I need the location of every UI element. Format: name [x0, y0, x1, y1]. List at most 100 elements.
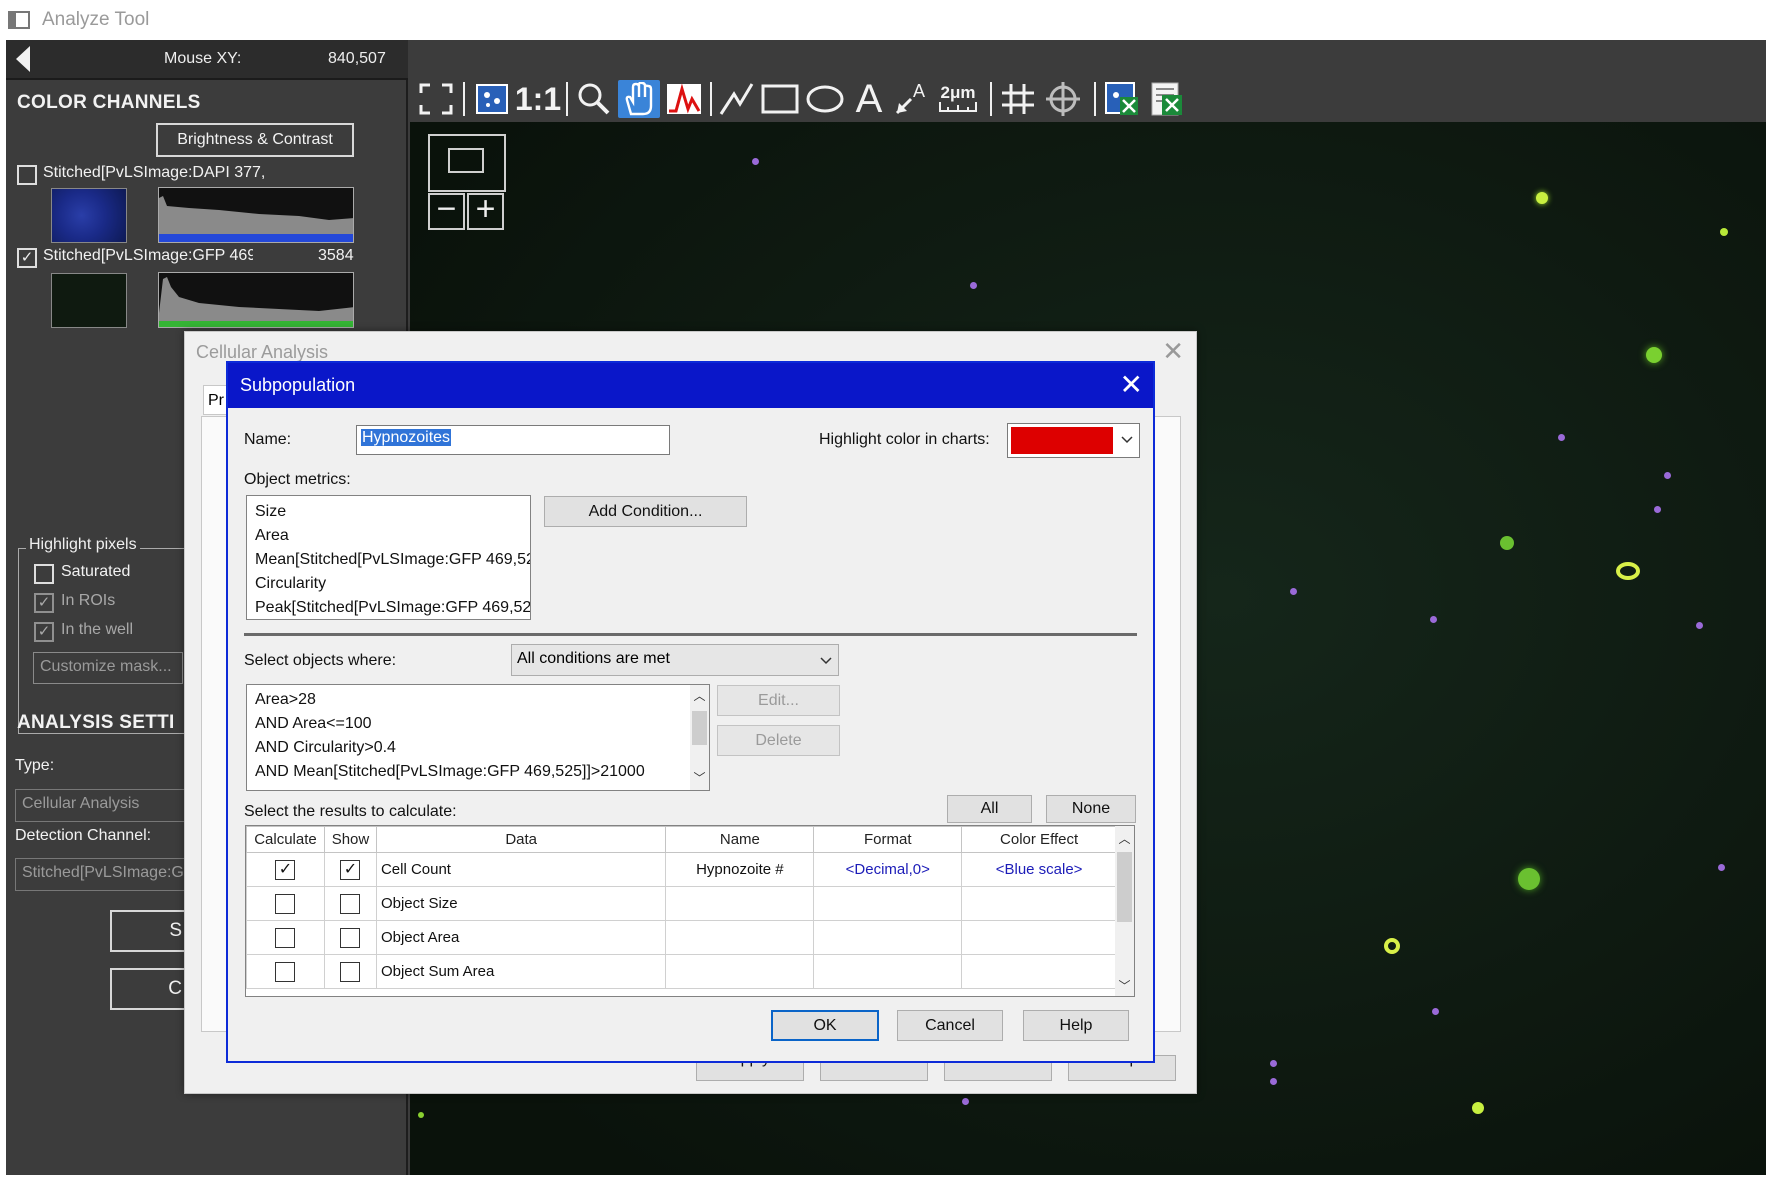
data-cell[interactable]: Cell Count [375, 852, 667, 887]
histogram-profile-icon[interactable] [664, 80, 704, 118]
column-header[interactable]: Data [375, 826, 667, 853]
conditions-scrollbar[interactable]: ︿ ﹀ [690, 685, 709, 790]
name-cell[interactable] [665, 920, 815, 955]
help-button[interactable]: Help [1023, 1010, 1129, 1041]
name-input[interactable]: Hypnozoites [356, 425, 670, 455]
scroll-up-icon[interactable]: ︿ [1115, 830, 1134, 847]
column-header[interactable]: Calculate [246, 826, 325, 853]
condition-mode-select[interactable]: All conditions are met [511, 644, 839, 676]
results-grid[interactable]: Calculate Show Data Name Format Color Ef… [245, 825, 1135, 997]
table-row[interactable]: Object Area [246, 920, 1117, 955]
select-none-button[interactable]: None [1046, 795, 1136, 823]
data-cell[interactable]: Object Sum Area [375, 954, 667, 989]
scroll-up-icon[interactable]: ︿ [690, 687, 709, 704]
select-all-button[interactable]: All [947, 795, 1032, 823]
fit-to-window-icon[interactable] [416, 80, 456, 118]
scroll-thumb[interactable] [1117, 852, 1132, 922]
object-metrics-list[interactable]: Size Area Mean[Stitched[PvLSImage:GFP 46… [246, 495, 531, 620]
show-checkbox[interactable]: ✓ [340, 859, 361, 880]
condition-item[interactable]: Area>28 [247, 688, 709, 712]
format-cell[interactable] [813, 886, 963, 921]
close-icon[interactable]: ✕ [1120, 368, 1143, 401]
detection-channel-select[interactable]: Stitched[PvLSImage:G [15, 858, 185, 891]
channel-gfp-histogram[interactable] [158, 272, 354, 328]
channel-gfp-thumbnail[interactable] [51, 273, 127, 328]
channel-dapi-thumbnail[interactable] [51, 188, 127, 243]
color-effect-cell[interactable] [961, 920, 1117, 955]
conditions-list[interactable]: Area>28 AND Area<=100 AND Circularity>0.… [246, 684, 710, 791]
actual-size-button[interactable]: 1:1 [515, 80, 561, 118]
collapse-panel-icon[interactable] [16, 46, 30, 72]
results-scrollbar[interactable]: ︿ ﹀ [1115, 826, 1134, 996]
calculate-checkbox[interactable] [275, 893, 296, 914]
metric-item[interactable]: Circularity [247, 572, 530, 596]
table-row[interactable]: Object Sum Area [246, 954, 1117, 989]
analysis-button-2[interactable]: C [110, 968, 190, 1010]
show-checkbox[interactable] [340, 927, 361, 948]
navigator-viewport[interactable] [448, 148, 484, 173]
calculate-checkbox[interactable] [275, 927, 296, 948]
ellipse-tool-icon[interactable] [804, 80, 846, 118]
format-cell[interactable] [813, 954, 963, 989]
table-row[interactable]: Object Size [246, 886, 1117, 921]
rectangle-tool-icon[interactable] [760, 80, 800, 118]
brightness-contrast-button[interactable]: Brightness & Contrast [156, 123, 354, 157]
zoom-in-button[interactable]: + [467, 192, 504, 230]
channel-dapi-histogram[interactable] [158, 187, 354, 243]
channel-gfp-checkbox[interactable]: ✓ [17, 248, 37, 268]
show-checkbox[interactable] [340, 961, 361, 982]
calculate-checkbox[interactable] [275, 961, 296, 982]
column-header[interactable]: Color Effect [961, 826, 1117, 853]
analysis-button-1[interactable]: S [110, 910, 190, 952]
highlight-color-select[interactable] [1007, 423, 1140, 458]
pan-hand-icon[interactable] [618, 80, 660, 118]
add-condition-button[interactable]: Add Condition... [544, 496, 747, 527]
type-select[interactable]: Cellular Analysis [15, 789, 185, 822]
navigator-box[interactable] [428, 134, 506, 192]
table-row[interactable]: ✓ ✓ Cell Count Hypnozoite # <Decimal,0> … [246, 852, 1117, 887]
condition-item[interactable]: AND Circularity>0.4 [247, 736, 709, 760]
zoom-out-button[interactable]: − [428, 192, 465, 230]
ok-button[interactable]: OK [771, 1010, 879, 1041]
export-excel-icon[interactable] [1102, 80, 1142, 118]
color-effect-cell[interactable] [961, 886, 1117, 921]
channel-dapi-checkbox[interactable] [17, 165, 37, 185]
scroll-down-icon[interactable]: ﹀ [1115, 977, 1134, 994]
metric-item[interactable]: Size [247, 500, 530, 524]
column-header[interactable]: Name [665, 826, 815, 853]
condition-item[interactable]: AND Area<=100 [247, 712, 709, 736]
metric-item[interactable]: Peak[Stitched[PvLSImage:GFP 469,525]] [247, 596, 530, 619]
scroll-thumb[interactable] [692, 711, 707, 745]
color-effect-cell[interactable]: <Blue scale> [961, 852, 1117, 887]
delete-condition-button[interactable]: Delete [717, 725, 840, 756]
metric-item[interactable]: Mean[Stitched[PvLSImage:GFP 469,525]] [247, 548, 530, 572]
show-checkbox[interactable] [340, 893, 361, 914]
zoom-region-icon[interactable] [472, 80, 512, 118]
column-header[interactable]: Format [813, 826, 963, 853]
name-cell[interactable]: Hypnozoite # [665, 852, 815, 887]
data-cell[interactable]: Object Size [375, 886, 667, 921]
name-cell[interactable] [665, 954, 815, 989]
format-cell[interactable]: <Decimal,0> [813, 852, 963, 887]
customize-mask-button[interactable]: Customize mask... [33, 652, 183, 684]
annotation-arrow-icon[interactable]: A [892, 80, 932, 118]
polyline-tool-icon[interactable] [716, 80, 756, 118]
zoom-icon[interactable] [574, 80, 614, 118]
edit-condition-button[interactable]: Edit... [717, 685, 840, 716]
close-icon[interactable]: ✕ [1162, 336, 1184, 367]
metric-item[interactable]: Area [247, 524, 530, 548]
scroll-down-icon[interactable]: ﹀ [690, 769, 709, 786]
in-well-checkbox[interactable]: ✓ [34, 622, 54, 642]
export-table-icon[interactable] [1146, 80, 1186, 118]
calculate-checkbox[interactable]: ✓ [275, 859, 296, 880]
condition-item[interactable]: AND Mean[Stitched[PvLSImage:GFP 469,525]… [247, 760, 709, 784]
scale-bar-icon[interactable]: 2μm [936, 80, 980, 118]
saturated-checkbox[interactable] [34, 564, 54, 584]
text-tool-icon[interactable]: A [850, 77, 888, 121]
data-cell[interactable]: Object Area [375, 920, 667, 955]
format-cell[interactable] [813, 920, 963, 955]
color-effect-cell[interactable] [961, 954, 1117, 989]
name-cell[interactable] [665, 886, 815, 921]
column-header[interactable]: Show [323, 826, 377, 853]
crosshair-icon[interactable] [1042, 80, 1084, 118]
